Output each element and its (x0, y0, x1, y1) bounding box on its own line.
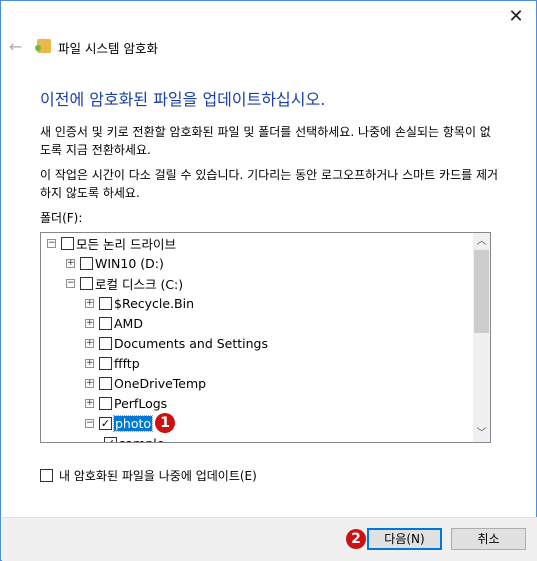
tree-item-label: 로컬 디스크 (C:) (95, 276, 184, 292)
tree-item-checkbox[interactable]: ✓ (104, 436, 117, 442)
tree-item-checkbox[interactable] (99, 396, 112, 410)
tree-item-checkbox[interactable] (80, 276, 93, 290)
expand-icon[interactable]: + (66, 258, 75, 268)
tree-item-checkbox[interactable] (99, 356, 112, 370)
tree-item-checkbox[interactable] (80, 256, 93, 270)
tree-item-label: photo (112, 414, 154, 432)
expand-icon[interactable]: + (85, 378, 94, 388)
update-later-option[interactable]: 내 암호화된 파일을 나중에 업데이트(E) (40, 467, 257, 484)
expand-icon[interactable]: + (85, 358, 94, 368)
encrypted-folder-icon (35, 39, 51, 53)
tree-item-checkbox[interactable] (99, 376, 112, 390)
tree-item-label: $Recycle.Bin (114, 295, 195, 311)
tree-item[interactable]: + PerfLogs (85, 393, 167, 413)
update-later-checkbox[interactable] (40, 469, 53, 482)
tree-item-checkbox[interactable] (99, 316, 112, 330)
page-heading: 이전에 암호화된 파일을 업데이트하십시오. (40, 90, 326, 109)
tree-scrollbar[interactable]: ︿ ﹀ (473, 233, 490, 442)
tree-item-label: OneDriveTemp (114, 375, 207, 391)
tree-item-label: 모든 논리 드라이브 (76, 236, 176, 252)
tree-item-checkbox[interactable] (99, 336, 112, 350)
folder-tree[interactable]: ✓ sample − ✓ photo 1 + PerfLogs + OneDriveTemp + ff… (40, 232, 491, 443)
tree-item-label: WIN10 (D:) (95, 255, 164, 271)
tree-item[interactable]: − ✓ photo 1 (85, 413, 176, 433)
update-later-label: 내 암호화된 파일을 나중에 업데이트(E) (59, 469, 257, 483)
scroll-up-icon[interactable]: ︿ (473, 233, 490, 250)
collapse-icon[interactable]: − (66, 278, 75, 288)
step-badge-1: 1 (155, 413, 176, 433)
tree-item-label: PerfLogs (114, 395, 168, 411)
tree-item-label: AMD (114, 315, 143, 331)
next-button[interactable]: 다음(N) (367, 528, 442, 550)
tree-item-checkbox[interactable] (99, 296, 112, 310)
close-icon[interactable]: ✕ (506, 7, 526, 27)
collapse-icon[interactable]: − (47, 238, 56, 248)
step-badge-2: 2 (346, 529, 366, 549)
tree-item[interactable]: + ffftp (85, 353, 140, 373)
scroll-thumb[interactable] (474, 250, 489, 333)
tree-item[interactable]: − 로컬 디스크 (C:) (66, 273, 183, 293)
expand-icon[interactable]: + (85, 298, 94, 308)
expand-icon[interactable]: + (85, 318, 94, 328)
window-title: 파일 시스템 암호화 (58, 41, 158, 56)
tree-item-label: ffftp (114, 355, 140, 371)
tree-item[interactable]: ✓ sample (104, 433, 165, 443)
tree-item[interactable]: + AMD (85, 313, 143, 333)
collapse-icon[interactable]: − (85, 418, 94, 428)
expand-icon[interactable]: + (85, 338, 94, 348)
expand-icon[interactable]: + (85, 398, 94, 408)
dialog-window: ✕ ← 파일 시스템 암호화 이전에 암호화된 파일을 업데이트하십시오. 새 … (0, 0, 537, 561)
tree-item-checkbox[interactable]: ✓ (99, 416, 112, 430)
tree-item-label: Documents and Settings (114, 335, 269, 351)
tree-item[interactable]: + WIN10 (D:) (66, 253, 164, 273)
instruction-text-2: 이 작업은 시간이 다소 걸릴 수 있습니다. 기다리는 동안 로그오프하거나 … (40, 168, 499, 200)
folder-label: 폴더(F): (40, 211, 83, 225)
tree-item[interactable]: + OneDriveTemp (85, 373, 206, 393)
cancel-button[interactable]: 취소 (451, 528, 526, 550)
instruction-text-1: 새 인증서 및 키로 전환할 암호화된 파일 및 폴더를 선택하세요. 나중에 … (40, 125, 491, 157)
tree-item-label: sample (119, 435, 165, 443)
tree-item[interactable]: + Documents and Settings (85, 333, 268, 353)
tree-item[interactable]: − 모든 논리 드라이브 (47, 233, 176, 253)
tree-item-checkbox[interactable] (61, 236, 74, 250)
scroll-down-icon[interactable]: ﹀ (473, 425, 490, 442)
tree-item[interactable]: + $Recycle.Bin (85, 293, 194, 313)
back-arrow-icon[interactable]: ← (9, 37, 22, 56)
